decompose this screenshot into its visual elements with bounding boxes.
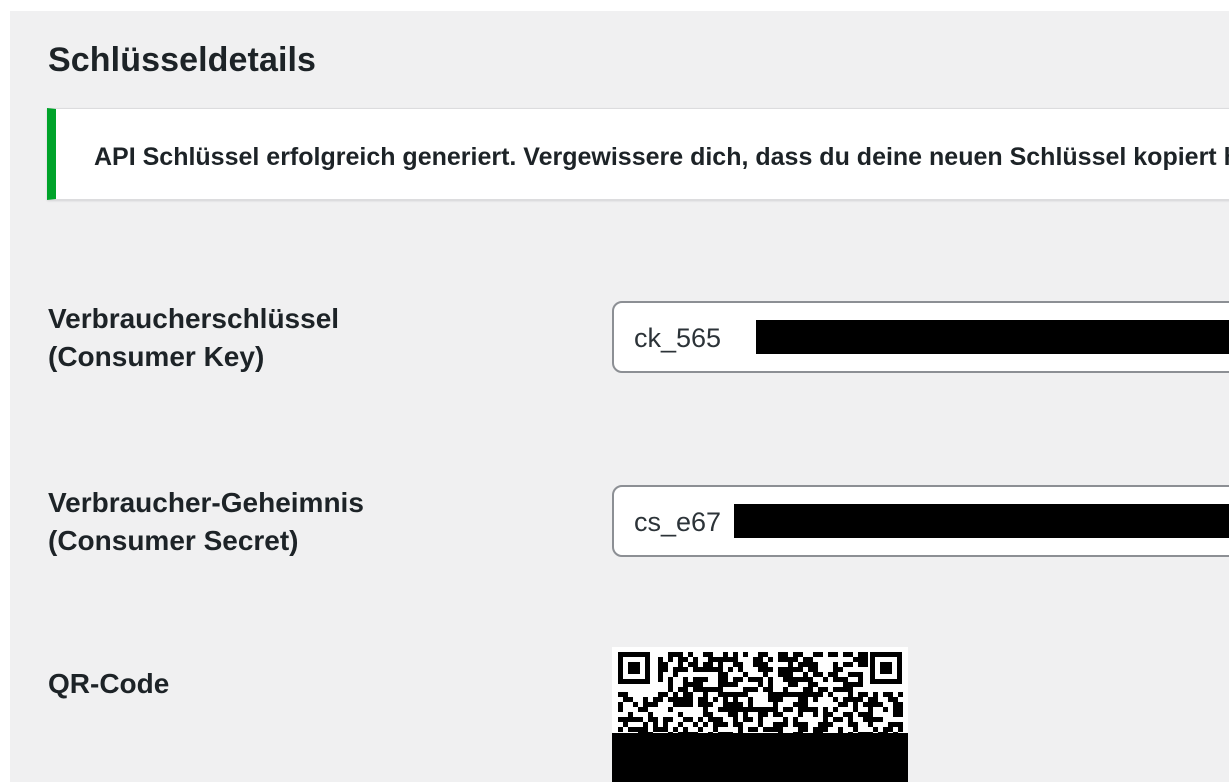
qr-code-image	[612, 647, 908, 782]
consumer-key-label-line2: (Consumer Key)	[48, 341, 265, 372]
success-notice-text: API Schlüssel erfolgreich generiert. Ver…	[94, 143, 1229, 171]
consumer-secret-label: Verbraucher-Geheimnis (Consumer Secret)	[48, 484, 364, 560]
page-title: Schlüsseldetails	[48, 41, 317, 79]
consumer-secret-redaction	[734, 504, 1229, 538]
qr-code-label: QR-Code	[48, 668, 170, 699]
consumer-secret-label-line2: (Consumer Secret)	[48, 525, 299, 556]
success-notice: API Schlüssel erfolgreich generiert. Ver…	[47, 108, 1229, 200]
consumer-key-value: ck_565	[634, 323, 722, 353]
consumer-secret-value: cs_e67	[634, 507, 722, 537]
consumer-key-field[interactable]: ck_565	[612, 301, 1229, 373]
consumer-key-label-line1: Verbraucherschlüssel	[48, 303, 340, 334]
consumer-key-label: Verbraucherschlüssel (Consumer Key)	[48, 300, 339, 376]
qr-code-graphic	[612, 647, 908, 782]
consumer-secret-label-line1: Verbraucher-Geheimnis	[48, 487, 364, 518]
consumer-key-redaction	[756, 320, 1229, 354]
key-details-panel: Schlüsseldetails API Schlüssel erfolgrei…	[10, 11, 1229, 782]
consumer-secret-field[interactable]: cs_e67	[612, 485, 1229, 557]
